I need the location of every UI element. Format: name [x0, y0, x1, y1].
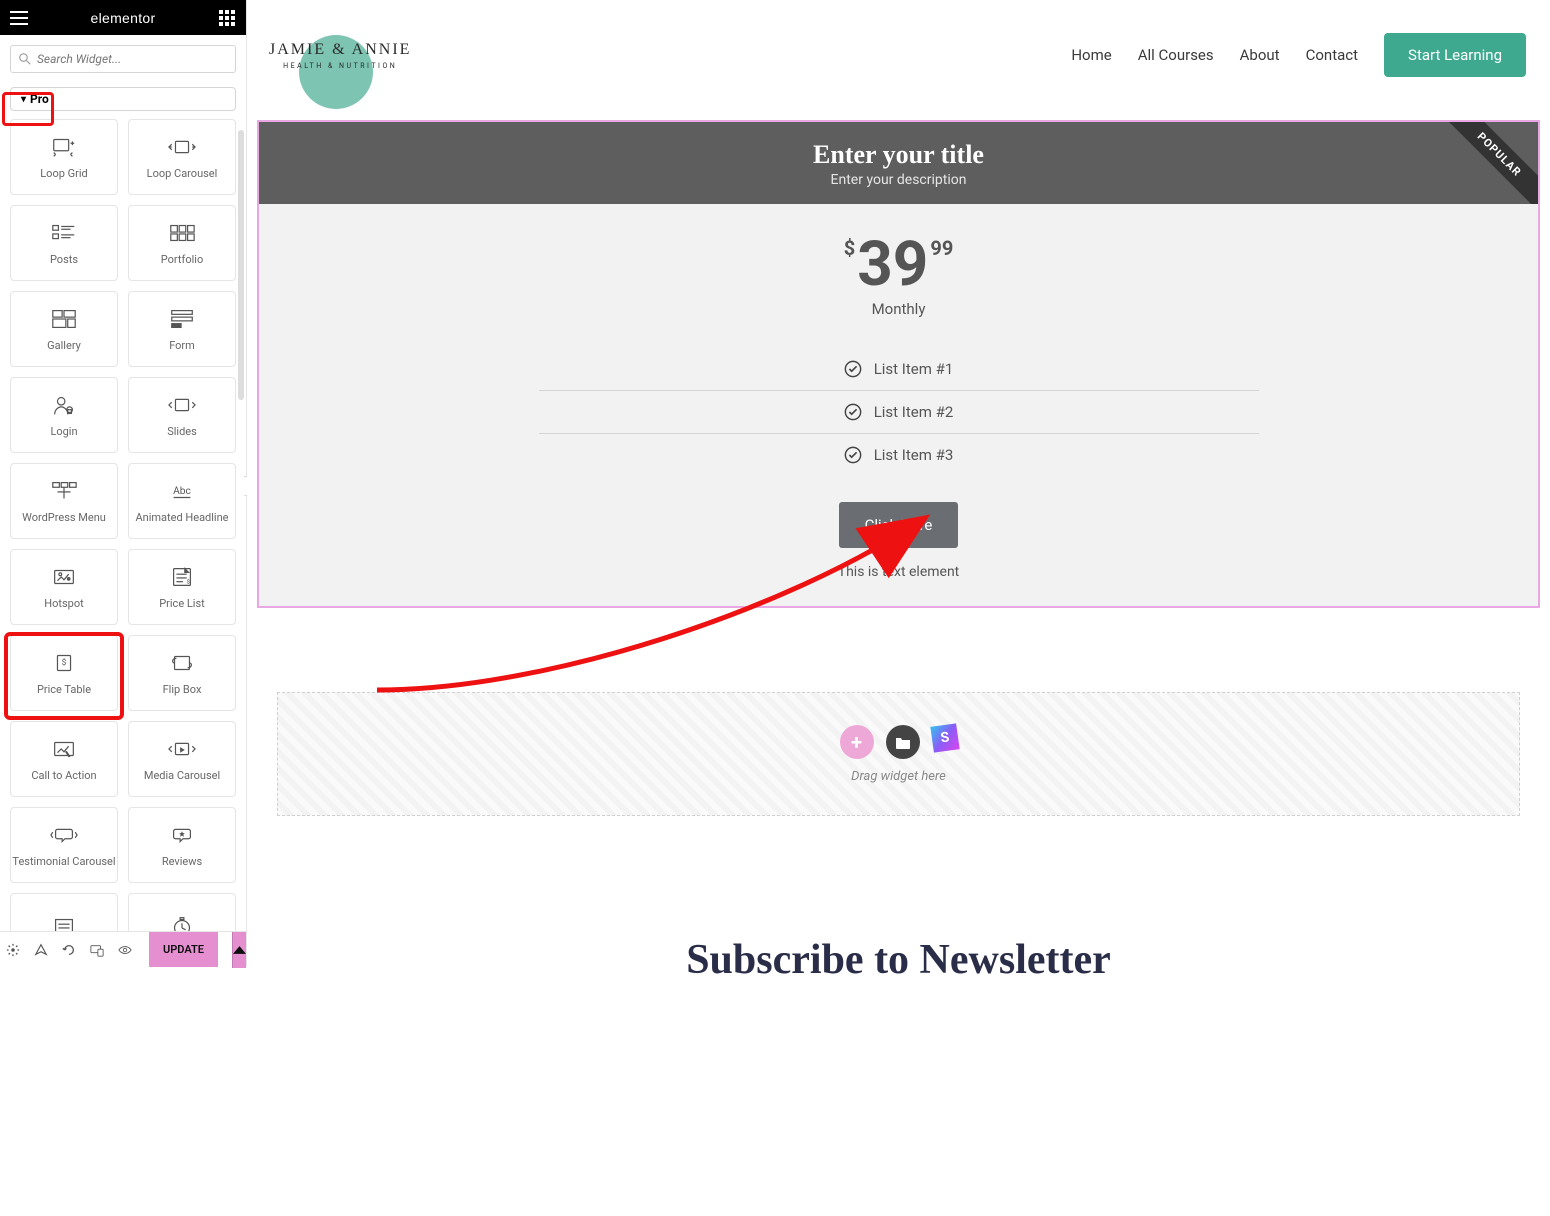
sidebar-footer: UPDATE — [0, 931, 246, 967]
widget-slides[interactable]: Slides — [128, 377, 236, 453]
nav-home[interactable]: Home — [1071, 46, 1111, 64]
widget-gallery[interactable]: Gallery — [10, 291, 118, 367]
widget-price-list[interactable]: $Price List — [128, 549, 236, 625]
update-options-caret[interactable] — [232, 932, 246, 968]
widget-wordpress-menu[interactable]: WordPress Menu — [10, 463, 118, 539]
widget-hotspot[interactable]: Hotspot — [10, 549, 118, 625]
check-circle-icon — [844, 403, 862, 421]
features-list: List Item #1 List Item #2 List Item #3 — [539, 348, 1259, 476]
update-button[interactable]: UPDATE — [149, 932, 218, 967]
nav-about[interactable]: About — [1240, 46, 1280, 64]
price-table-header: Enter your title Enter your description … — [259, 122, 1538, 204]
search-box[interactable] — [10, 45, 236, 73]
start-learning-button[interactable]: Start Learning — [1384, 33, 1526, 77]
history-icon[interactable] — [62, 943, 76, 957]
widget-testimonial-carousel[interactable]: Testimonial Carousel — [10, 807, 118, 883]
feature-item: List Item #3 — [539, 434, 1259, 476]
price-table-subtitle: Enter your description — [279, 172, 1518, 188]
hamburger-icon[interactable] — [10, 10, 28, 26]
price-cents: 99 — [930, 238, 953, 258]
widget-media-carousel[interactable]: Media Carousel — [128, 721, 236, 797]
price-table-footer-text: This is text element — [279, 564, 1518, 580]
svg-text:Abc: Abc — [173, 483, 191, 496]
sidebar-header: elementor — [0, 0, 246, 35]
widget-form[interactable]: Form — [128, 291, 236, 367]
widget-price-table[interactable]: $Price Table — [10, 635, 118, 711]
widget-login[interactable]: Login — [10, 377, 118, 453]
widget-loop-grid[interactable]: Loop Grid — [10, 119, 118, 195]
widget-animated-headline[interactable]: AbcAnimated Headline — [128, 463, 236, 539]
widget-posts[interactable]: Posts — [10, 205, 118, 281]
price-amount: 39 — [857, 234, 928, 296]
dropzone-icons: + S — [840, 725, 958, 759]
check-circle-icon — [844, 360, 862, 378]
responsive-icon[interactable] — [90, 943, 104, 957]
widget-loop-carousel[interactable]: Loop Carousel — [128, 119, 236, 195]
widget-extra-1[interactable] — [10, 893, 118, 931]
pro-category-header[interactable]: Pro — [10, 87, 236, 111]
settings-icon[interactable] — [6, 943, 20, 957]
widget-reviews[interactable]: Reviews — [128, 807, 236, 883]
svg-text:$: $ — [187, 578, 190, 585]
sidebar-scrollbar[interactable] — [238, 130, 244, 400]
widget-extra-2[interactable] — [128, 893, 236, 931]
price-currency: $ — [844, 238, 855, 258]
search-icon — [19, 53, 31, 65]
site-logo[interactable]: JAMIE & ANNIE HEALTH & NUTRITION — [263, 41, 411, 70]
dropzone-hint: Drag widget here — [851, 769, 946, 784]
feature-item: List Item #1 — [539, 348, 1259, 391]
apps-grid-icon[interactable] — [218, 10, 236, 26]
site-header: JAMIE & ANNIE HEALTH & NUTRITION Home Al… — [247, 0, 1550, 110]
price-table-body: $ 39 99 Monthly List Item #1 List Item #… — [259, 204, 1538, 606]
newsletter-heading: Subscribe to Newsletter — [247, 936, 1550, 984]
search-wrap — [0, 35, 246, 83]
price-row: $ 39 99 — [279, 234, 1518, 296]
price-table-section[interactable]: Enter your title Enter your description … — [257, 120, 1540, 608]
price-table-title: Enter your title — [279, 140, 1518, 170]
search-input[interactable] — [37, 52, 227, 66]
elementor-sidebar: elementor Pro Loop Grid Loop Carousel Po… — [0, 0, 247, 967]
kit-button[interactable]: S — [930, 723, 959, 752]
template-library-button[interactable] — [886, 725, 920, 759]
svg-text:$: $ — [62, 656, 67, 667]
main-nav: Home All Courses About Contact Start Lea… — [1071, 33, 1526, 77]
price-period: Monthly — [279, 300, 1518, 318]
feature-item: List Item #2 — [539, 391, 1259, 434]
widget-flip-box[interactable]: Flip Box — [128, 635, 236, 711]
widget-list: Loop Grid Loop Carousel Posts Portfolio … — [0, 119, 246, 931]
check-circle-icon — [844, 446, 862, 464]
preview-icon[interactable] — [118, 943, 132, 957]
widget-call-to-action[interactable]: Call to Action — [10, 721, 118, 797]
nav-contact[interactable]: Contact — [1306, 46, 1358, 64]
widget-portfolio[interactable]: Portfolio — [128, 205, 236, 281]
navigator-icon[interactable] — [34, 943, 48, 957]
add-section-button[interactable]: + — [840, 725, 874, 759]
elementor-logo: elementor — [91, 10, 156, 26]
canvas: JAMIE & ANNIE HEALTH & NUTRITION Home Al… — [247, 0, 1550, 984]
nav-all-courses[interactable]: All Courses — [1138, 46, 1214, 64]
price-table-cta-button[interactable]: Click Here — [839, 502, 959, 548]
drop-zone[interactable]: + S Drag widget here — [277, 692, 1520, 816]
